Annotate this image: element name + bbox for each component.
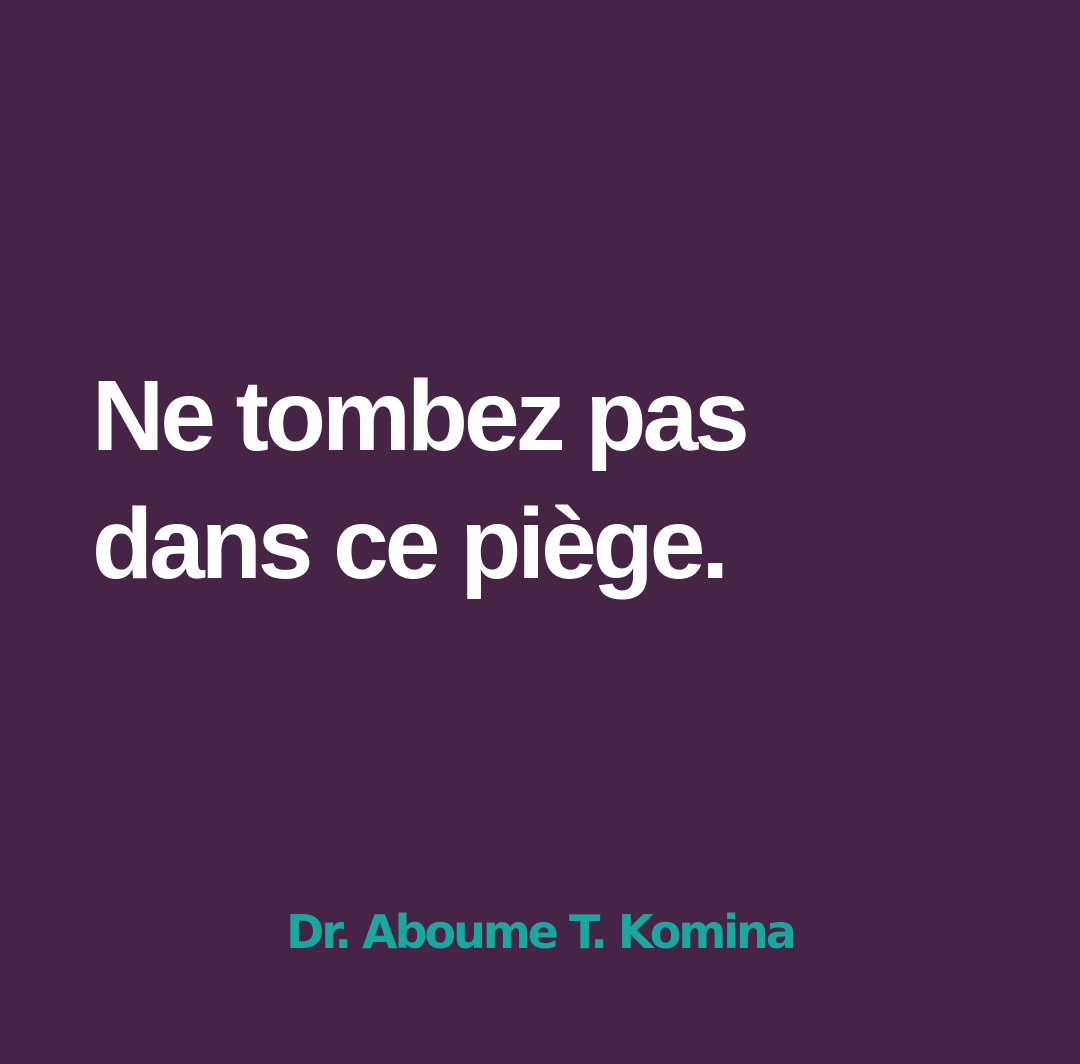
headline-line-1: Ne tombez pas [92,360,750,472]
headline: Ne tombez pas dans ce piège. [92,352,992,608]
headline-line-2: dans ce piège. [92,488,729,600]
author-name: Dr. Aboume T. Komina [286,905,797,959]
quote-card: Ne tombez pas dans ce piège. Dr. Aboume … [0,0,1080,1064]
